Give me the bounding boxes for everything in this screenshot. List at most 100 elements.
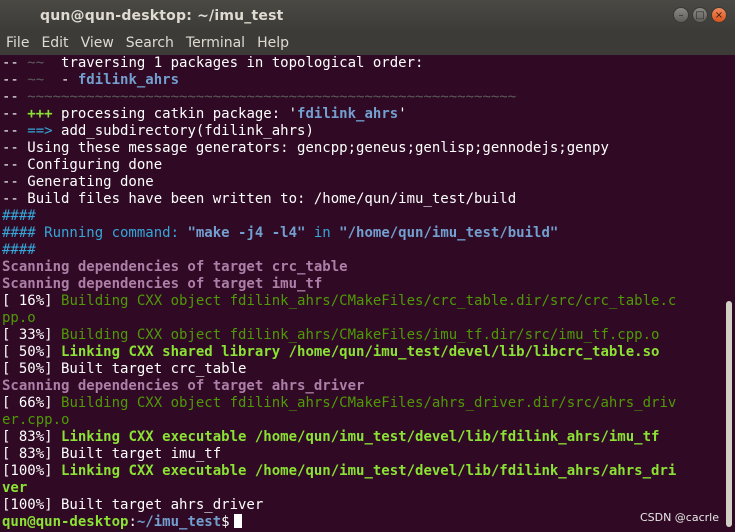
terminal-text: er.cpp.o bbox=[2, 412, 70, 428]
window-controls: – □ × bbox=[673, 7, 727, 23]
minimize-button[interactable]: – bbox=[673, 7, 689, 23]
terminal-text: [ 16%] bbox=[2, 293, 62, 309]
terminal-line: [ 33%] Building CXX object fdilink_ahrs/… bbox=[0, 327, 722, 344]
terminal-line: -- ==> add_subdirectory(fdilink_ahrs) bbox=[0, 123, 722, 140]
terminal-text: -- Generating done bbox=[2, 174, 154, 190]
terminal-line: -- ~~ - fdilink_ahrs bbox=[0, 72, 722, 89]
terminal-text: [ 66%] bbox=[2, 395, 62, 411]
terminal-line: #### bbox=[0, 242, 722, 259]
terminal-line: #### Running command: "make -j4 -l4" in … bbox=[0, 225, 722, 242]
terminal-text: ~~~~~~~~~~~~~~~~~~~~~~~~~~~~~~~~~~~~~~~~… bbox=[27, 89, 517, 105]
terminal-line: -- Build files have been written to: /ho… bbox=[0, 191, 722, 208]
terminal-text: Linking CXX executable /home/qun/imu_tes… bbox=[61, 429, 660, 445]
terminal-text: -- Using these message generators: gencp… bbox=[2, 140, 609, 156]
terminal-text: #### bbox=[2, 242, 36, 258]
terminal-line: [ 50%] Built target crc_table bbox=[0, 361, 722, 378]
terminal-text: Scanning dependencies of target ahrs_dri… bbox=[2, 378, 365, 394]
terminal-text: ==> bbox=[27, 123, 53, 139]
terminal-text: - bbox=[44, 72, 78, 88]
title-bar[interactable]: qun@qun-desktop: ~/imu_test – □ × bbox=[0, 0, 735, 32]
terminal-line: er.cpp.o bbox=[0, 412, 722, 429]
terminal-line: -- ~~~~~~~~~~~~~~~~~~~~~~~~~~~~~~~~~~~~~… bbox=[0, 89, 722, 106]
terminal-line: -- Configuring done bbox=[0, 157, 722, 174]
terminal-text: [ 50%] Built target crc_table bbox=[2, 361, 247, 377]
terminal-text: fdilink_ahrs bbox=[77, 72, 180, 88]
terminal-text: "/home/qun/imu_test/build" bbox=[339, 225, 559, 241]
terminal-line: -- Using these message generators: gencp… bbox=[0, 140, 722, 157]
terminal-output[interactable]: -- ~~ traversing 1 packages in topologic… bbox=[0, 55, 722, 532]
terminal-text: ' bbox=[398, 106, 407, 122]
prompt-user: qun@qun-desktop bbox=[2, 514, 129, 530]
terminal-window: qun@qun-desktop: ~/imu_test – □ × File E… bbox=[0, 0, 735, 532]
terminal-text: -- bbox=[2, 55, 28, 71]
terminal-line: [ 83%] Linking CXX executable /home/qun/… bbox=[0, 429, 722, 446]
terminal-line: [100%] Linking CXX executable /home/qun/… bbox=[0, 463, 722, 480]
terminal-line: -- +++ processing catkin package: 'fdili… bbox=[0, 106, 722, 123]
terminal-text: ~~ bbox=[27, 55, 45, 71]
terminal-line: #### bbox=[0, 208, 722, 225]
terminal-line: -- Generating done bbox=[0, 174, 722, 191]
terminal-line: pp.o bbox=[0, 310, 722, 327]
terminal-text: pp.o bbox=[2, 310, 36, 326]
terminal-line: ver bbox=[0, 480, 722, 497]
terminal-text: ~~ bbox=[27, 72, 45, 88]
menu-help[interactable]: Help bbox=[251, 32, 295, 55]
prompt-path: ~/imu_test bbox=[136, 514, 222, 530]
menu-bar: File Edit View Search Terminal Help bbox=[0, 32, 735, 55]
terminal-line: [ 50%] Linking CXX shared library /home/… bbox=[0, 344, 722, 361]
prompt-colon: : bbox=[128, 514, 137, 530]
terminal-line: -- ~~ traversing 1 packages in topologic… bbox=[0, 55, 722, 72]
terminal-text: [ 83%] Built target imu_tf bbox=[2, 446, 222, 462]
window-title: qun@qun-desktop: ~/imu_test bbox=[40, 8, 284, 24]
terminal-line: [ 83%] Built target imu_tf bbox=[0, 446, 722, 463]
command-prompt[interactable]: qun@qun-desktop:~/imu_test$ bbox=[0, 514, 722, 531]
terminal-line: [ 66%] Building CXX object fdilink_ahrs/… bbox=[0, 395, 722, 412]
terminal-text: Building CXX object fdilink_ahrs/CMakeFi… bbox=[61, 395, 677, 411]
terminal-text: [ 33%] bbox=[2, 327, 62, 343]
terminal-text: [ 50%] bbox=[2, 344, 62, 360]
terminal-text: -- Configuring done bbox=[2, 157, 163, 173]
terminal-text: Linking CXX executable /home/qun/imu_tes… bbox=[61, 463, 677, 479]
terminal-text: [ 83%] bbox=[2, 429, 62, 445]
terminal-text: -- bbox=[2, 89, 28, 105]
terminal-text: Scanning dependencies of target imu_tf bbox=[2, 276, 323, 292]
terminal-text: "make -j4 -l4" bbox=[187, 225, 306, 241]
terminal-text: +++ bbox=[27, 106, 53, 122]
terminal-text: Building CXX object fdilink_ahrs/CMakeFi… bbox=[61, 293, 677, 309]
scrollbar-thumb[interactable] bbox=[726, 301, 732, 527]
terminal-text: -- bbox=[2, 123, 28, 139]
maximize-button[interactable]: □ bbox=[692, 7, 708, 23]
terminal-line: [100%] Built target ahrs_driver bbox=[0, 497, 722, 514]
text-cursor bbox=[233, 514, 242, 528]
menu-view[interactable]: View bbox=[75, 32, 120, 55]
terminal-text: Linking CXX shared library /home/qun/imu… bbox=[61, 344, 660, 360]
terminal-line: Scanning dependencies of target ahrs_dri… bbox=[0, 378, 722, 395]
terminal-line: [ 16%] Building CXX object fdilink_ahrs/… bbox=[0, 293, 722, 310]
terminal-text: processing catkin package: ' bbox=[52, 106, 298, 122]
close-button[interactable]: × bbox=[711, 7, 727, 23]
terminal-text: in bbox=[305, 225, 340, 241]
terminal-text: #### Running command: bbox=[2, 225, 188, 241]
terminal-text: add_subdirectory(fdilink_ahrs) bbox=[52, 123, 314, 139]
terminal-line: Scanning dependencies of target imu_tf bbox=[0, 276, 722, 293]
terminal-text: [100%] bbox=[2, 463, 62, 479]
terminal-text: fdilink_ahrs bbox=[297, 106, 399, 122]
menu-edit[interactable]: Edit bbox=[35, 32, 74, 55]
terminal-text: Building CXX object fdilink_ahrs/CMakeFi… bbox=[61, 327, 660, 343]
terminal-text: ver bbox=[2, 480, 28, 496]
menu-file[interactable]: File bbox=[0, 32, 35, 55]
terminal-text: #### bbox=[2, 208, 36, 224]
prompt-symbol: $ bbox=[221, 514, 230, 530]
terminal-text: Scanning dependencies of target crc_tabl… bbox=[2, 259, 348, 275]
terminal-text: -- bbox=[2, 72, 28, 88]
scrollbar[interactable] bbox=[722, 55, 735, 532]
terminal-text: traversing 1 packages in topological ord… bbox=[44, 55, 424, 71]
menu-search[interactable]: Search bbox=[120, 32, 180, 55]
terminal-text: [100%] Built target ahrs_driver bbox=[2, 497, 264, 513]
terminal-text: -- bbox=[2, 106, 28, 122]
output-lines: -- ~~ traversing 1 packages in topologic… bbox=[0, 55, 722, 514]
menu-terminal[interactable]: Terminal bbox=[180, 32, 251, 55]
terminal-line: Scanning dependencies of target crc_tabl… bbox=[0, 259, 722, 276]
watermark: CSDN @cacrle bbox=[639, 511, 719, 524]
terminal-text: -- Build files have been written to: /ho… bbox=[2, 191, 517, 207]
